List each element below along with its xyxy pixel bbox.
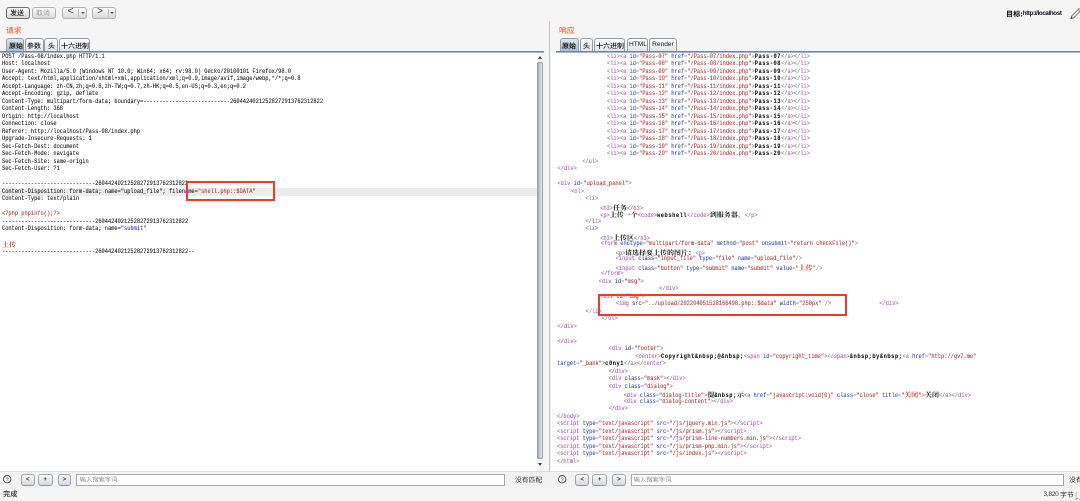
svg-text:?: ?: [6, 477, 9, 483]
svg-text:?: ?: [560, 477, 563, 483]
